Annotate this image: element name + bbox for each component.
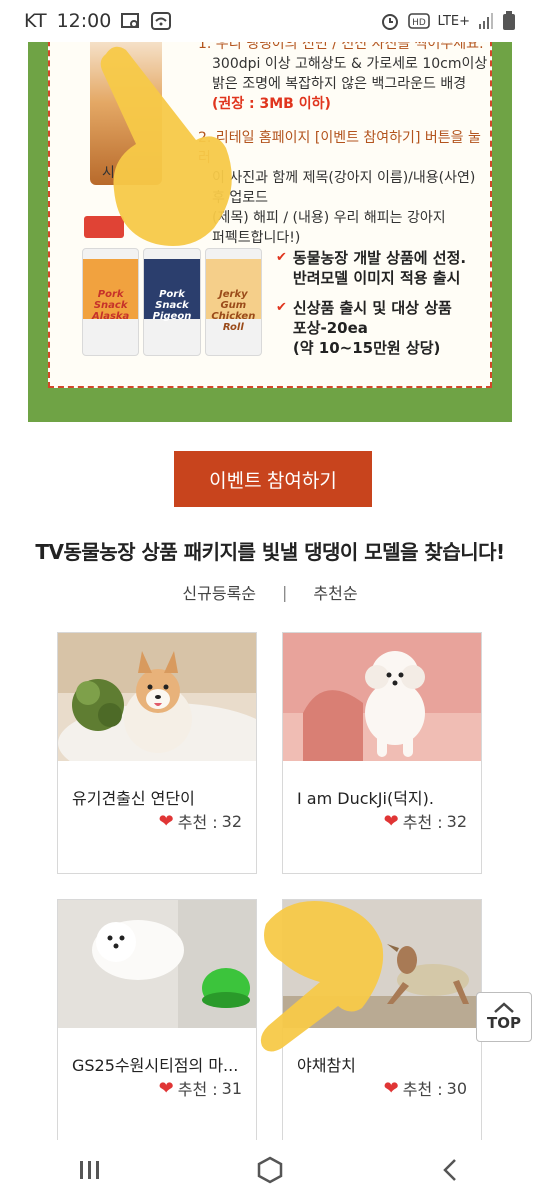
recent-apps-button[interactable] <box>60 1145 120 1195</box>
event-banner-card: 시 1. 우리 댕댕이의 전면 / 전신 사진을 찍어주세요. 300dpi 이… <box>48 0 492 388</box>
network-label: LTE+ <box>437 13 471 29</box>
dog-entry-card[interactable]: I am DuckJi(덕지). ❤ 추천 : 32 <box>282 632 482 874</box>
step2-line2: 이 사진과 함께 제목(강아지 이름)/내용(사연) <box>212 170 476 186</box>
dog-entry-card[interactable]: 유기견출신 연단이 ❤ 추천 : 32 <box>57 632 257 874</box>
product-pack: Pork Snack Alaska <box>82 248 140 356</box>
wifi-calling-icon <box>151 12 172 30</box>
heart-icon: ❤ <box>158 1077 174 1099</box>
product-pack-label: Pork Snack Alaska <box>92 289 130 322</box>
dog-name: GS25수원시티점의 마... <box>72 1056 239 1075</box>
dog-name: 유기견출신 연단이 <box>72 789 195 808</box>
benefit1-line1: 동물농장 개발 상품에 선정. <box>292 249 467 267</box>
back-chevron-icon <box>443 1159 456 1181</box>
gallery-icon <box>121 13 140 28</box>
product-pack: Pork Snack Pigeon <box>143 248 201 356</box>
sort-recommended[interactable]: 추천순 <box>313 580 357 604</box>
recommend-count: ❤ 추천 : 32 <box>159 809 242 833</box>
step1-line3: 밝은 조명에 복잡하지 않은 백그라운드 배경 <box>212 76 467 92</box>
benefit1-line2: 반려모델 이미지 적용 출시 <box>292 269 461 287</box>
dog-photo <box>58 900 256 1028</box>
check-icon: ✔ <box>276 250 287 265</box>
step2-line3: 후 업로드 <box>212 190 268 206</box>
product-pack: Jerky Gum Chicken Roll <box>204 248 262 356</box>
sort-newest[interactable]: 신규등록순 <box>182 580 256 604</box>
step2-line5: 퍼펙트합니다!) <box>212 230 301 246</box>
product-pack-label: Jerky Gum Chicken Roll <box>211 289 256 333</box>
dog-entry-card[interactable]: 야채참치 ❤ 추천 : 30 <box>282 899 482 1141</box>
home-button[interactable] <box>240 1145 300 1195</box>
svg-text:HD: HD <box>412 18 426 28</box>
hd-icon: HD <box>407 13 430 29</box>
carrier-label: KT <box>24 10 47 32</box>
recommend-count: ❤ 추천 : 30 <box>384 1076 467 1100</box>
dog-name: I am DuckJi(덕지). <box>297 789 434 808</box>
product-pack-label: Pork Snack Pigeon <box>152 289 192 322</box>
recommend-value: 32 <box>446 811 467 831</box>
dog-photo <box>283 900 481 1028</box>
dog-photo <box>283 633 481 761</box>
recommend-label: 추천 : <box>177 1080 218 1099</box>
dog-name: 야채참치 <box>297 1056 356 1075</box>
red-label-tag <box>84 216 124 238</box>
sort-bar: 신규등록순 | 추천순 <box>0 580 540 604</box>
chevron-up-icon <box>494 1002 514 1013</box>
recommend-label: 추천 : <box>402 813 443 832</box>
back-button[interactable] <box>420 1145 480 1195</box>
top-button-label: TOP <box>487 1014 521 1032</box>
heart-icon: ❤ <box>158 810 174 832</box>
product-packs: Pork Snack Alaska Pork Snack Pigeon Jerk… <box>82 248 262 356</box>
benefit2-line3: (약 10~15만원 상당) <box>292 339 441 357</box>
event-banner: 시 1. 우리 댕댕이의 전면 / 전신 사진을 찍어주세요. 300dpi 이… <box>28 0 512 422</box>
clock: 12:00 <box>56 10 112 32</box>
step1-note: (권장 : 3MB 이하) <box>212 96 331 112</box>
scroll-to-top-button[interactable]: TOP <box>476 992 532 1042</box>
dog-entry-card[interactable]: GS25수원시티점의 마... ❤ 추천 : 31 <box>57 899 257 1141</box>
status-bar: KT 12:00 HD LTE+ <box>0 0 540 42</box>
dog-photo <box>58 633 256 761</box>
recommend-value: 31 <box>221 1078 242 1098</box>
heart-icon: ❤ <box>383 810 399 832</box>
android-nav-bar <box>0 1140 540 1200</box>
benefit2-line2: 포상-20ea <box>292 319 368 337</box>
participate-event-button[interactable]: 이벤트 참여하기 <box>174 451 372 507</box>
alarm-icon <box>381 14 398 30</box>
event-steps: 1. 우리 댕댕이의 전면 / 전신 사진을 찍어주세요. 300dpi 이상 … <box>198 34 488 262</box>
home-hexagon-icon <box>257 1156 283 1184</box>
recommend-label: 추천 : <box>402 1080 443 1099</box>
sort-separator: | <box>282 582 288 602</box>
step1-line2: 300dpi 이상 고해상도 & 가로세로 10cm이상 <box>212 56 488 72</box>
benefit2-line1: 신상품 출시 및 대상 상품 <box>292 299 452 317</box>
recommend-label: 추천 : <box>177 813 218 832</box>
page: KT 12:00 HD LTE+ 시 1. 우리 댕댕이의 전면 / 전신 사진… <box>0 0 540 1200</box>
recent-apps-icon <box>80 1161 99 1179</box>
event-benefits: ✔ 동물농장 개발 상품에 선정. 반려모델 이미지 적용 출시 ✔ 신상품 출… <box>276 248 476 368</box>
step2-line4: (제목) 해피 / (내용) 우리 해피는 강아지 <box>212 210 446 226</box>
recommend-value: 30 <box>446 1078 467 1098</box>
check-icon: ✔ <box>276 300 287 315</box>
recommend-count: ❤ 추천 : 32 <box>384 809 467 833</box>
signal-icon <box>479 13 493 29</box>
heart-icon: ❤ <box>383 1077 399 1099</box>
sample-photo-caption: 시 <box>102 165 115 181</box>
battery-icon <box>503 11 515 30</box>
step2-title: 2. 리테일 홈페이지 [이벤트 참여하기] 버튼을 눌러 <box>198 130 481 166</box>
sample-dog-photo <box>90 35 162 185</box>
recommend-value: 32 <box>221 811 242 831</box>
recommend-count: ❤ 추천 : 31 <box>159 1076 242 1100</box>
section-title: TV동물농장 상품 패키지를 빛낼 댕댕이 모델을 찾습니다! <box>35 540 505 564</box>
